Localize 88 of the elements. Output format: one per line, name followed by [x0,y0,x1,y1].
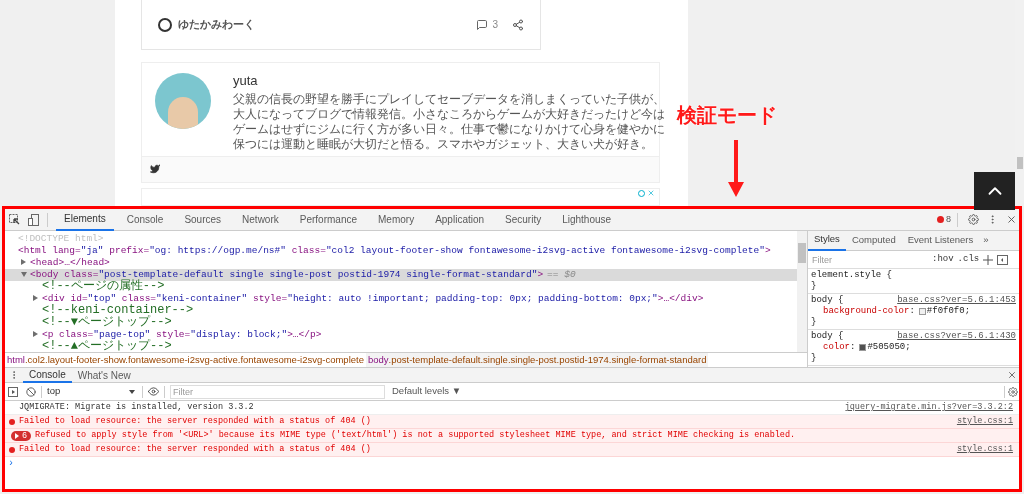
breadcrumb-item[interactable]: html.col2.layout-footer-show.fontawesome-i2svg-active.fontawesome-i2svg-complete [5,353,366,367]
error-icon [937,216,944,223]
source-link[interactable]: jquery-migrate.min.js?ver=3.3.2:2 [844,401,1013,414]
settings-icon[interactable] [968,214,979,225]
sidebar-tab[interactable]: Event Listeners [901,230,980,251]
css-colon: : [909,306,915,317]
collapsed-caret-icon[interactable] [33,330,38,337]
author-name: yuta [233,72,259,90]
dom-node-row[interactable]: <!--▼ページトップ--> [5,317,797,329]
devtools-tab[interactable]: Sources [176,208,230,231]
caret-icon [129,389,135,394]
error-count[interactable]: 8 [946,212,951,227]
css-colon: : [850,342,856,353]
css-value: #f0f0f0; [926,306,971,317]
devtools-tab[interactable]: Memory [370,208,423,231]
console-message: JQMIGRATE: Migrate is installed, version 3.3.2 [19,401,254,414]
down-arrow [728,140,744,197]
eye-icon[interactable] [148,386,159,397]
twitter-icon[interactable] [150,164,160,174]
selected-node-marker: == $0 [547,267,576,282]
back-to-top-button[interactable] [974,172,1015,210]
devtools-tab[interactable]: Lighthouse [554,208,620,231]
error-icon [9,446,15,453]
color-swatch[interactable] [918,308,926,315]
add-rule-icon[interactable] [983,254,994,265]
comment-count: 3 [492,18,498,32]
context-select[interactable]: top [47,384,137,399]
share-icon[interactable] [512,18,524,31]
hover-state-button[interactable]: :hov [932,252,954,267]
dom-node-row[interactable]: <!--▲ページトップ--> [5,341,797,352]
css-property: color [823,342,850,353]
inspect-icon[interactable] [9,214,20,225]
repeat-count-badge[interactable]: 6 [11,430,32,441]
drawer-tab[interactable]: Console [23,367,72,383]
collapsed-caret-icon[interactable] [21,258,26,265]
css-selector: body { [811,295,844,306]
settings-icon[interactable] [1008,386,1018,397]
devtools-tab[interactable]: Application [427,208,493,231]
breadcrumb-item[interactable]: body.post-template-default.single.single-post.postid-1974.single-format-standard [365,353,709,367]
stylesheet-link[interactable]: base.css?ver=5.6.1:430 [897,331,1016,342]
console-filter-field[interactable]: Filter [170,384,385,399]
expanded-caret-icon[interactable] [21,271,27,277]
console-message: Failed to load resource: the server responded with a status of 404 () [19,443,371,456]
dom-node-row[interactable]: <head>…</head> [5,257,797,269]
site-logo-icon [158,17,172,32]
scrollbar[interactable] [797,231,807,352]
console-prompt[interactable]: › [8,455,14,471]
comment-icon[interactable] [476,18,489,31]
dom-node-row[interactable]: <html lang="ja" prefix="og: https://ogp.me/ns#" class="col2 layout-footer-show fontawesome-i2svg-active fontawesome-i2svg-complete"> [5,245,797,257]
console-message: Refused to apply style from '<URL>' because its MIME type ('text/html') is not a supported stylesheet MIME type, and strict MIME checking is enabled. [35,429,796,442]
sidebar-tab[interactable]: Computed [845,230,902,251]
avatar [155,73,211,129]
css-brace: } [811,281,817,292]
devtools-tab[interactable]: Network [234,208,287,231]
drawer-tab[interactable]: What's New [71,367,137,383]
site-name: ゆたかみわーく [178,17,255,33]
stylesheet-link[interactable]: base.css?ver=5.6.1:453 [897,295,1016,306]
close-icon[interactable] [1006,214,1017,225]
log-levels-dropdown[interactable]: Default levels ▼ [392,384,462,399]
styles-filter-field[interactable]: Filter [810,252,922,267]
css-brace: } [811,353,817,364]
devtools-tab[interactable]: Elements [56,208,114,231]
css-brace: } [811,317,817,328]
class-toggle-button[interactable]: .cls [957,252,980,267]
sidebar-tab[interactable]: Styles [808,230,846,251]
css-selector: element.style { [811,270,892,281]
sidebar-icon[interactable] [8,386,18,397]
source-link[interactable]: style.css:1 [956,443,1013,456]
close-icon[interactable] [1007,370,1017,380]
annotation-label: 検証モード [677,103,777,128]
error-icon [9,418,15,425]
devtools-tab[interactable]: Performance [291,208,365,231]
console-message: Failed to load resource: the server responded with a status of 404 () [19,415,371,428]
source-link[interactable]: style.css:1 [956,415,1013,428]
more-tabs-button[interactable]: » [979,233,993,248]
author-bio: 父親の信長の野望を勝手にプレイしてセーブデータを消しまくっていた子供が、大人になってブログで情報発信。小さなころからゲームが大好きだったけど今はゲームはせずにジムに行く方が多い日々。仕事で鬱になりかけて心身を健やかに保つには運動と睡眠が大切だと悟る。スマホやガジェット、大きい犬が好き。 [233,91,666,152]
dom-node-row[interactable]: <div id="top" class="keni-container" style="height: auto !important; padding-top: 0px; padding-bottom: 0px;">…</div> [5,293,797,305]
collapsed-caret-icon[interactable] [33,294,38,301]
clear-console-icon[interactable] [26,386,36,397]
css-value: #505050; [867,342,911,353]
css-property: background-color [823,306,910,317]
color-swatch[interactable] [859,344,867,351]
device-toolbar-icon[interactable] [28,213,39,226]
devtools-tab[interactable]: Console [118,208,172,231]
devtools-tab[interactable]: Security [497,208,550,231]
sidebar-toggle-icon[interactable] [997,254,1009,265]
css-selector: body { [811,331,844,342]
dom-node-row[interactable]: <!--ページの属性--> [5,281,797,293]
